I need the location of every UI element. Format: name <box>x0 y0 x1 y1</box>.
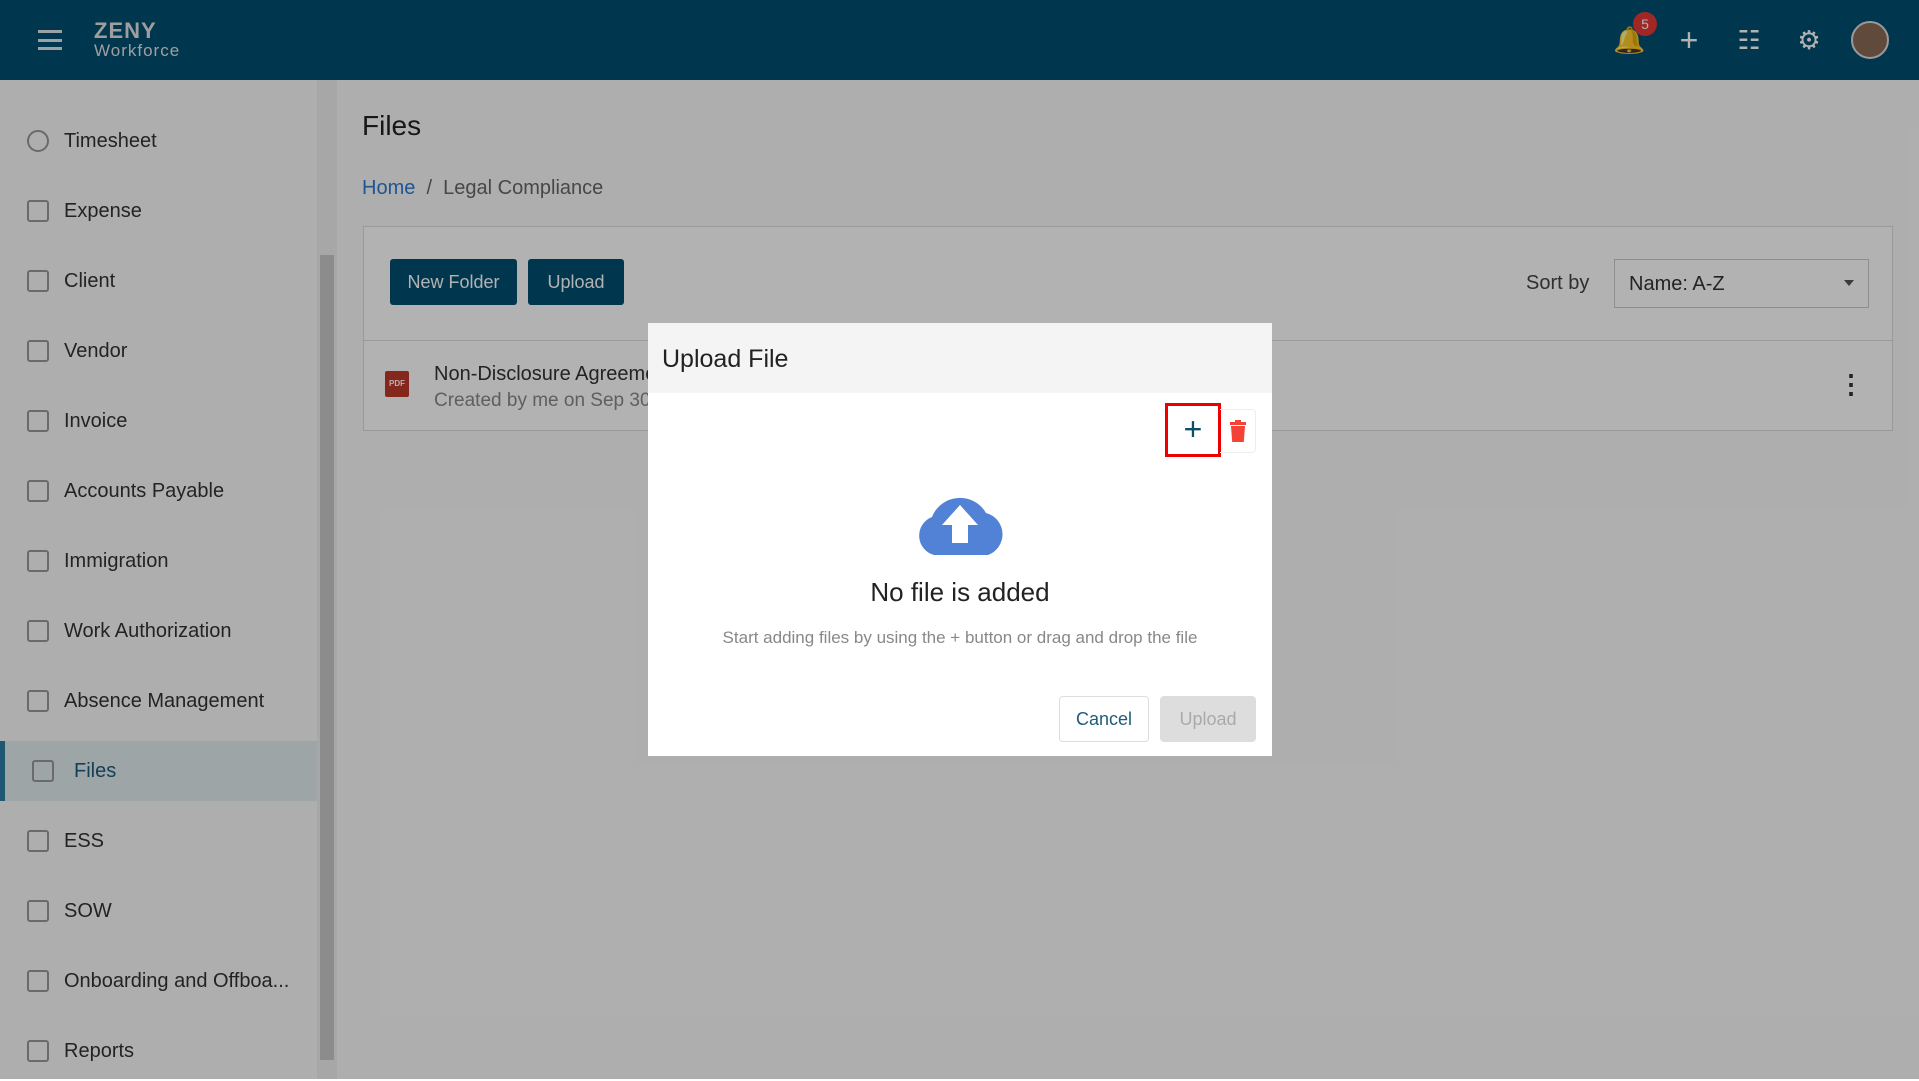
cancel-button[interactable]: Cancel <box>1059 696 1149 742</box>
dialog-title: Upload File <box>648 323 1272 393</box>
cloud-upload-icon <box>919 497 1003 555</box>
delete-button[interactable] <box>1220 409 1256 453</box>
dialog-upload-button[interactable]: Upload <box>1160 696 1256 742</box>
upload-file-dialog: Upload File + No file is added Start add… <box>648 323 1272 756</box>
empty-hint: Start adding files by using the + button… <box>722 628 1198 647</box>
empty-title: No file is added <box>870 577 1050 607</box>
add-file-button[interactable]: + <box>1165 403 1221 457</box>
trash-icon <box>1229 420 1246 442</box>
